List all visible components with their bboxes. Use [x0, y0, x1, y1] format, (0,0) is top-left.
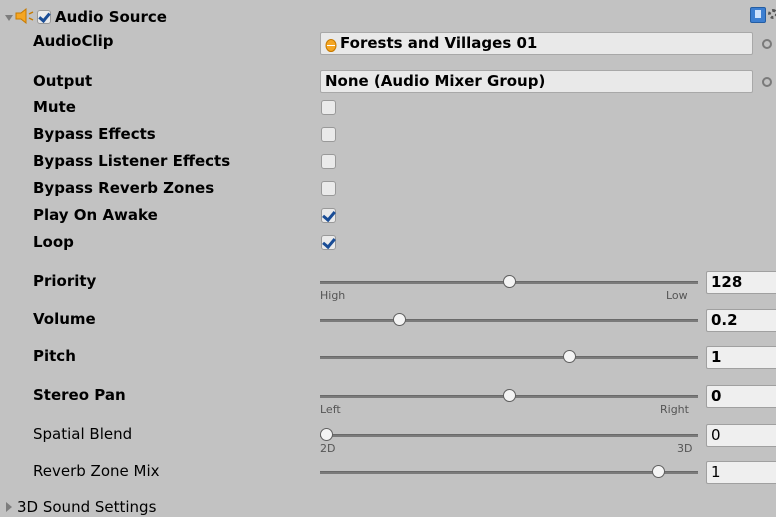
reverb-zone-mix-value-field[interactable]: 1: [706, 461, 776, 484]
loop-label: Loop: [33, 233, 74, 251]
spatial-blend-slider-thumb[interactable]: [320, 428, 333, 441]
gear-icon[interactable]: [768, 9, 776, 19]
volume-label: Volume: [33, 310, 96, 328]
bypass-effects-label: Bypass Effects: [33, 125, 156, 143]
reverb-zone-mix-slider-track[interactable]: [320, 471, 698, 474]
bypass-listener-effects-checkbox[interactable]: [321, 154, 336, 169]
priority-slider-thumb[interactable]: [502, 275, 516, 288]
output-label: Output: [33, 72, 93, 90]
bypass-effects-checkbox[interactable]: [321, 127, 336, 142]
stereo-pan-max-label: Right: [660, 403, 689, 416]
component-header: Audio Source: [0, 5, 776, 31]
audioclip-field[interactable]: Forests and Villages 01: [320, 32, 753, 55]
pitch-value-field[interactable]: 1: [706, 346, 776, 369]
stereo-pan-label: Stereo Pan: [33, 386, 126, 404]
volume-slider-thumb[interactable]: [393, 313, 406, 326]
pitch-label: Pitch: [33, 347, 76, 365]
mute-label: Mute: [33, 98, 76, 116]
priority-min-label: High: [320, 289, 346, 302]
foldout-arrow-collapsed[interactable]: [6, 502, 12, 512]
bypass-reverb-zones-label: Bypass Reverb Zones: [33, 179, 215, 197]
object-picker-icon[interactable]: [762, 39, 772, 49]
pitch-slider-thumb[interactable]: [563, 350, 577, 363]
object-picker-icon[interactable]: [762, 77, 772, 87]
speaker-icon: [15, 7, 35, 25]
spatial-blend-slider-track[interactable]: [320, 434, 698, 437]
stereo-pan-min-label: Left: [320, 403, 341, 416]
audioclip-label: AudioClip: [33, 32, 114, 50]
checkmark-icon: [38, 10, 51, 23]
volume-value-field[interactable]: 0.2: [706, 309, 776, 332]
reverb-zone-mix-label: Reverb Zone Mix: [33, 462, 160, 480]
spatial-blend-max-label: 3D: [677, 442, 693, 455]
priority-value-field[interactable]: 128: [706, 271, 776, 294]
help-book-icon[interactable]: [750, 7, 766, 23]
spatial-blend-min-label: 2D: [320, 442, 336, 455]
output-field[interactable]: None (Audio Mixer Group): [320, 70, 753, 93]
spatial-blend-value-field[interactable]: 0: [706, 424, 776, 447]
3d-sound-settings-foldout[interactable]: 3D Sound Settings: [17, 498, 156, 516]
reverb-zone-mix-slider-thumb[interactable]: [651, 465, 665, 478]
mute-checkbox[interactable]: [321, 100, 336, 115]
play-on-awake-label: Play On Awake: [33, 206, 158, 224]
pitch-slider-track[interactable]: [320, 356, 698, 359]
play-on-awake-checkbox[interactable]: [321, 208, 336, 223]
audio-clip-icon: [325, 37, 337, 52]
bypass-reverb-zones-checkbox[interactable]: [321, 181, 336, 196]
foldout-arrow-expanded[interactable]: [5, 15, 13, 21]
priority-max-label: Low: [666, 289, 688, 302]
component-enabled-checkbox[interactable]: [37, 10, 51, 24]
stereo-pan-value-field[interactable]: 0: [706, 385, 776, 408]
audioclip-value: Forests and Villages 01: [340, 34, 538, 52]
bypass-listener-effects-label: Bypass Listener Effects: [33, 152, 231, 170]
component-title: Audio Source: [55, 8, 167, 26]
volume-slider-track[interactable]: [320, 319, 698, 322]
spatial-blend-label: Spatial Blend: [33, 425, 133, 443]
stereo-pan-slider-thumb[interactable]: [502, 389, 516, 402]
loop-checkbox[interactable]: [321, 235, 336, 250]
priority-label: Priority: [33, 272, 97, 290]
